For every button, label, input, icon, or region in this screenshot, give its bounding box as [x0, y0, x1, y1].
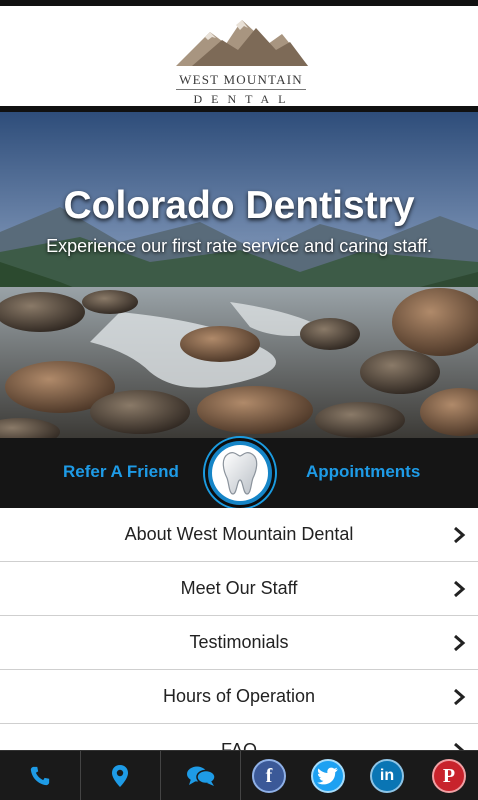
menu-item-faq[interactable]: FAQ: [0, 724, 478, 750]
chevron-right-icon: [454, 580, 466, 598]
bottom-tab-bar: f in P: [0, 750, 478, 800]
chevron-right-icon: [454, 526, 466, 544]
main-menu-list: About West Mountain Dental Meet Our Staf…: [0, 508, 478, 750]
facebook-icon[interactable]: f: [252, 759, 286, 793]
brand-logo[interactable]: WEST MOUNTAIN DENTAL: [172, 14, 310, 106]
map-tab[interactable]: [81, 751, 160, 800]
call-tab[interactable]: [0, 751, 80, 800]
chat-tab[interactable]: [161, 751, 240, 800]
menu-item-label: FAQ: [220, 740, 257, 750]
phone-icon: [30, 766, 50, 786]
hero-landscape-image: [0, 112, 478, 438]
menu-item-testimonials[interactable]: Testimonials: [0, 616, 478, 670]
twitter-bird-icon: [317, 767, 338, 785]
pinterest-glyph: P: [442, 765, 456, 787]
menu-item-hours[interactable]: Hours of Operation: [0, 670, 478, 724]
home-tooth-button[interactable]: [205, 438, 275, 508]
quick-actions-bar: Refer A Friend Appointments: [0, 438, 478, 508]
linkedin-glyph: in: [379, 767, 395, 784]
menu-item-staff[interactable]: Meet Our Staff: [0, 562, 478, 616]
chevron-right-icon: [454, 742, 465, 750]
menu-item-label: Meet Our Staff: [180, 578, 298, 598]
tooth-icon: [222, 452, 258, 495]
appointments-link[interactable]: Appointments: [306, 462, 420, 482]
tab-divider: [240, 751, 241, 800]
facebook-glyph: f: [265, 765, 273, 787]
mountain-logo-icon: [176, 20, 308, 66]
menu-item-about[interactable]: About West Mountain Dental: [0, 508, 478, 562]
brand-name: WEST MOUNTAIN: [179, 72, 303, 87]
site-header: WEST MOUNTAIN DENTAL: [0, 6, 478, 106]
hero-banner: Colorado Dentistry Experience our first …: [0, 112, 478, 438]
tooth-badge-inner: [212, 445, 268, 501]
menu-item-label: Testimonials: [189, 632, 289, 652]
hero-title: Colorado Dentistry: [63, 184, 415, 227]
menu-item-label: About West Mountain Dental: [124, 524, 354, 544]
hero-subtitle: Experience our first rate service and ca…: [46, 236, 432, 256]
refer-a-friend-link[interactable]: Refer A Friend: [63, 462, 179, 482]
menu-item-label: Hours of Operation: [162, 686, 316, 706]
pinterest-icon[interactable]: P: [432, 759, 466, 793]
chat-icon: [187, 766, 216, 786]
chevron-right-icon: [454, 688, 466, 706]
location-pin-icon: [112, 765, 128, 787]
twitter-icon[interactable]: [311, 759, 345, 793]
brand-divider: [176, 89, 306, 90]
linkedin-icon[interactable]: in: [370, 759, 404, 793]
chevron-right-icon: [454, 634, 466, 652]
brand-subname: DENTAL: [193, 92, 295, 106]
